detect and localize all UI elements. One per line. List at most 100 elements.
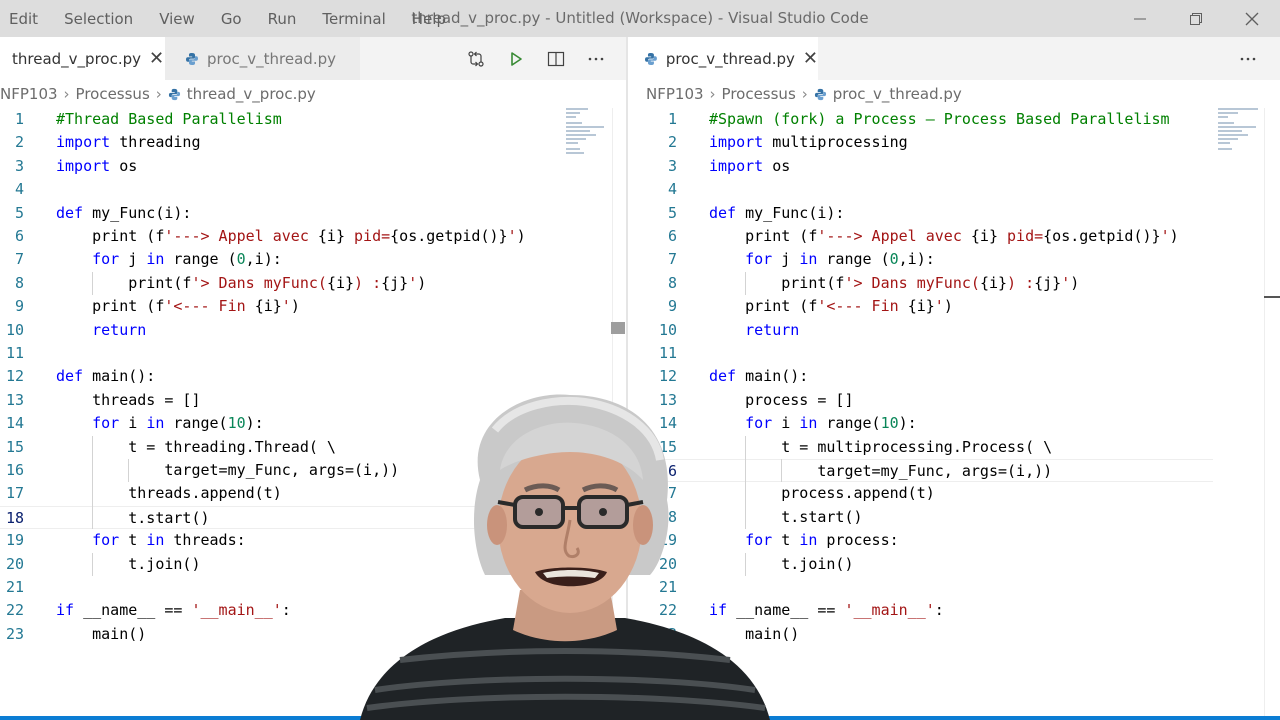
code-line[interactable]: 8 print(f'> Dans myFunc({i}) :{j}') [0, 272, 560, 295]
code-line[interactable]: 10 return [653, 319, 1213, 342]
code-line[interactable]: 9 print (f'<--- Fin {i}') [653, 295, 1213, 318]
restore-button[interactable] [1168, 0, 1224, 37]
indent-guide [92, 459, 94, 483]
tab-label: proc_v_thread.py [207, 49, 336, 68]
code-line[interactable]: 6 print (f'---> Appel avec {i} pid={os.g… [0, 225, 560, 248]
code-line[interactable]: 10 return [0, 319, 560, 342]
tab-bar: proc_v_thread.py ✕ [628, 37, 1280, 80]
minimap-line [566, 108, 588, 110]
code-line[interactable]: 3 import os [0, 155, 560, 178]
code-token: '__main__' [844, 601, 935, 620]
scrollbar-thumb[interactable] [1264, 296, 1280, 298]
code-token: __name__ == [74, 601, 192, 620]
minimap-line [566, 116, 576, 118]
close-tab-icon[interactable]: ✕ [149, 48, 164, 69]
minimap-line [566, 142, 578, 144]
breadcrumb-subfolder[interactable]: Processus [722, 85, 796, 103]
compare-changes-button[interactable] [456, 37, 496, 80]
menu-go[interactable]: Go [221, 10, 242, 28]
close-window-button[interactable] [1224, 0, 1280, 37]
breadcrumb-folder[interactable]: NFP103 [0, 85, 58, 103]
code-token: #Spawn (fork) a Process – Process Based … [709, 110, 1170, 128]
code-token: #Thread Based Parallelism [56, 110, 282, 128]
line-number: 12 [658, 367, 677, 386]
code-line[interactable]: 4 [653, 178, 1213, 201]
close-tab-icon[interactable]: ✕ [803, 48, 818, 69]
code-token: ) : [1007, 273, 1035, 292]
code-token: ' [1061, 273, 1071, 292]
code-line[interactable]: 11 [0, 342, 560, 365]
code-token: return [745, 320, 800, 339]
breadcrumb-file[interactable]: proc_v_thread.py [833, 85, 962, 103]
code-line[interactable]: 6 print (f'---> Appel avec {i} pid={os.g… [653, 225, 1213, 248]
code-token: {i} [317, 227, 345, 245]
code-token: ) [417, 273, 427, 292]
code-token: j [119, 250, 147, 269]
code-token: print (f [56, 227, 165, 245]
code-token: ) [1070, 273, 1080, 292]
line-number: 19 [5, 531, 24, 550]
scrollbar-thumb[interactable] [611, 322, 625, 334]
close-icon [1245, 12, 1259, 25]
chevron-right-icon: › [155, 85, 162, 103]
breadcrumb-subfolder[interactable]: Processus [76, 85, 150, 103]
code-token: '---> Appel avec [817, 227, 971, 245]
code-token: for [92, 414, 120, 433]
tab-proc-v-thread[interactable]: proc_v_thread.py ✕ [628, 37, 818, 80]
code-token: import [56, 133, 111, 152]
code-token: '<--- Fin [817, 297, 908, 316]
line-number: 10 [658, 320, 677, 339]
menu-help[interactable]: Help [412, 10, 446, 28]
minimize-button[interactable] [1112, 0, 1168, 37]
code-text: import os [709, 155, 790, 178]
breadcrumb-file[interactable]: thread_v_proc.py [187, 85, 316, 103]
code-line[interactable]: 11 [653, 342, 1213, 365]
code-line[interactable]: 5 def my_Func(i): [0, 202, 560, 225]
menu-run[interactable]: Run [268, 10, 297, 28]
python-file-icon [168, 88, 180, 100]
minimap[interactable] [566, 108, 612, 158]
code-token: if [56, 601, 75, 620]
tab-thread-v-proc[interactable]: thread_v_proc.py ✕ [0, 37, 165, 80]
run-file-button[interactable] [496, 37, 536, 80]
menu-view[interactable]: View [159, 10, 195, 28]
code-token: t.join() [56, 554, 201, 573]
code-line[interactable]: 7 for j in range (0,i): [653, 248, 1213, 271]
code-token: return [92, 320, 147, 339]
menu-terminal[interactable]: Terminal [322, 10, 385, 28]
code-token: process: [817, 531, 899, 550]
code-line[interactable]: 4 [0, 178, 560, 201]
line-number: 5 [667, 203, 677, 222]
line-number: 20 [5, 554, 24, 573]
breadcrumb-folder[interactable]: NFP103 [646, 85, 704, 103]
line-number: 4 [667, 180, 677, 199]
more-actions-button[interactable] [1228, 37, 1268, 80]
code-line[interactable]: 12 def main(): [0, 365, 560, 388]
line-number: 13 [5, 390, 24, 409]
vertical-scrollbar[interactable] [1264, 108, 1265, 720]
git-compare-icon [468, 50, 484, 67]
code-line[interactable]: 3 import os [653, 155, 1213, 178]
code-line[interactable]: 5 def my_Func(i): [653, 202, 1213, 225]
minimap[interactable] [1218, 108, 1264, 158]
code-line[interactable]: 8 print(f'> Dans myFunc({i}) :{j}') [653, 272, 1213, 295]
more-actions-button[interactable] [576, 37, 616, 80]
code-token: '__main__' [191, 601, 282, 620]
code-line[interactable]: 7 for j in range (0,i): [0, 248, 560, 271]
line-number: 2 [14, 133, 24, 152]
ellipsis-icon [588, 57, 604, 60]
code-token: ): [898, 414, 917, 433]
code-line[interactable]: 2 import threading [0, 131, 560, 154]
code-line[interactable]: 1 #Spawn (fork) a Process – Process Based… [653, 108, 1213, 131]
split-editor-button[interactable] [536, 37, 576, 80]
code-line[interactable]: 1 #Thread Based Parallelism [0, 108, 560, 131]
code-token: ' [281, 297, 291, 316]
tab-proc-v-thread[interactable]: proc_v_thread.py [165, 37, 360, 80]
code-line[interactable]: 9 print (f'<--- Fin {i}') [0, 295, 560, 318]
line-number: 15 [5, 437, 24, 456]
code-line[interactable]: 12 def main(): [653, 365, 1213, 388]
code-token: {os.getpid()} [1043, 227, 1161, 245]
menu-edit[interactable]: Edit [9, 10, 38, 28]
menu-selection[interactable]: Selection [64, 10, 133, 28]
code-line[interactable]: 2 import multiprocessing [653, 131, 1213, 154]
